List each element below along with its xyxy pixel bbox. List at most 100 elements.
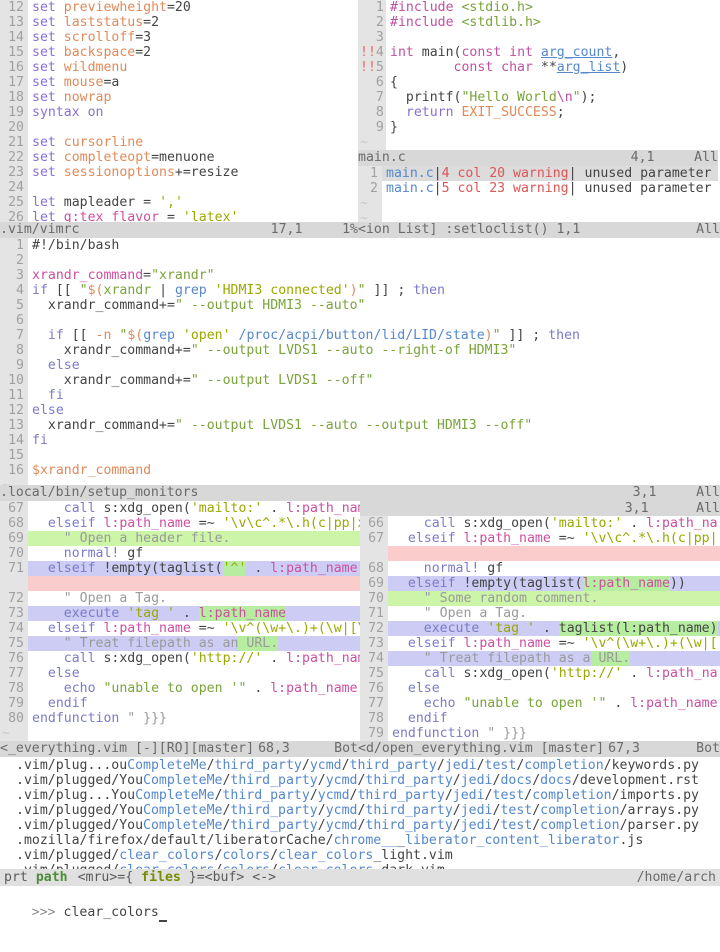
- code-line[interactable]: 1 #!/bin/bash: [0, 238, 720, 253]
- code-line[interactable]: 74 elseif l:path_name =~ '\v^(\w+\.)+(\w…: [0, 621, 360, 636]
- code-line[interactable]: 2 #include <stdlib.h>: [358, 15, 718, 30]
- code-line[interactable]: 22 set completeopt=menuone: [0, 150, 356, 165]
- code-line[interactable]: 66 call s:xdg_open('mailto:' . l:path_na: [360, 516, 720, 531]
- code-line[interactable]: !!5 const char **arg_list): [358, 60, 718, 75]
- code-line[interactable]: 70 " Some random comment.: [360, 591, 720, 606]
- code-line[interactable]: 2 main.c|5 col 23 warning| unused paramet…: [358, 181, 718, 196]
- code-line[interactable]: 13 xrandr_command+=" --output LVDS1 --au…: [0, 418, 720, 433]
- code-line[interactable]: 79 endfunction " }}}: [360, 726, 720, 741]
- code-line[interactable]: 3: [358, 30, 718, 45]
- code-line[interactable]: !!4 int main(const int arg_count,: [358, 45, 718, 60]
- command-line[interactable]: >>> clear_colors: [0, 886, 720, 922]
- code-line[interactable]: 69 " Open a header file.: [0, 531, 360, 546]
- code-line[interactable]: 19 syntax on: [0, 105, 356, 120]
- code-line[interactable]: 3 xrandr_command="xrandr": [0, 268, 720, 283]
- code-line[interactable]: 8 xrandr_command+=" --output LVDS1 --aut…: [0, 343, 720, 358]
- code-line[interactable]: 6{: [358, 75, 718, 90]
- code-line[interactable]: 71 elseif !empty(taglist('^' . l:path_na…: [0, 561, 360, 576]
- code-line[interactable]: 2: [0, 253, 720, 268]
- code-line[interactable]: 71 " Open a Tag.: [360, 606, 720, 621]
- line-number: 4: [0, 283, 28, 298]
- code-line[interactable]: 25 let mapleader = ',': [0, 195, 356, 210]
- code-line[interactable]: 72 execute 'tag ' . taglist(l:path_name): [360, 621, 720, 636]
- file-picker-item[interactable]: .vim/plugged/YouCompleteMe/third_party/y…: [0, 803, 720, 818]
- file-picker-item[interactable]: .vim/plugged/YouCompleteMe/third_party/y…: [0, 773, 720, 788]
- code-line[interactable]: 67 call s:xdg_open('mailto:' . l:path_na…: [0, 501, 360, 516]
- code-line[interactable]: 10 xrandr_command+=" --output LVDS1 --of…: [0, 373, 720, 388]
- file-picker-item[interactable]: .vim/plugged/clear_colors/colors/clear_c…: [0, 848, 720, 863]
- code-line[interactable]: 77 else: [0, 666, 360, 681]
- code-line[interactable]: 13 set laststatus=2: [0, 15, 356, 30]
- file-picker-item[interactable]: .vim/plugged/YouCompleteMe/third_party/y…: [0, 818, 720, 833]
- picker-scope[interactable]: path: [28, 869, 68, 886]
- code-line[interactable]: 68 normal! gf: [360, 561, 720, 576]
- code-line[interactable]: 11 fi: [0, 388, 720, 403]
- code-line[interactable]: 76 else: [360, 681, 720, 696]
- code-line[interactable]: 12 else: [0, 403, 720, 418]
- code-line[interactable]: 78 endif: [360, 711, 720, 726]
- code-line[interactable]: 7 printf("Hello World\n");: [358, 90, 718, 105]
- code-line[interactable]: 9 else: [0, 358, 720, 373]
- code-line[interactable]: 75 " Treat filepath as an URL.: [0, 636, 360, 651]
- prompt-value[interactable]: clear_colors: [64, 905, 159, 920]
- code-line[interactable]: 16 $xrandr_command: [0, 463, 720, 478]
- picker-sources-post: }=<buf> <->: [180, 870, 277, 885]
- code-line[interactable]: 78 echo "unable to open '" . l:path_name: [0, 681, 360, 696]
- code-line[interactable]: [0, 576, 360, 591]
- code-line[interactable]: 15 set backspace=2: [0, 45, 356, 60]
- picker-sources-active[interactable]: files: [141, 869, 181, 886]
- code-line[interactable]: 76 call s:xdg_open('http://' . l:path_na…: [0, 651, 360, 666]
- pane-location-list[interactable]: 1 main.c|4 col 20 warning| unused paramet…: [358, 166, 718, 222]
- code-line[interactable]: 73 elseif l:path_name =~ '\v^(\w+\.)+(\w…: [360, 636, 720, 651]
- pane-diff-right[interactable]: 3,1 All 66 call s:xdg_open('mailto:' . l:…: [360, 501, 720, 741]
- pane-setup-monitors[interactable]: 1 #!/bin/bash 2 3 xrandr_command="xrandr" 4 if…: [0, 238, 720, 485]
- code-line[interactable]: 80 endfunction " }}}: [0, 711, 360, 726]
- code-line[interactable]: 18 set nowrap: [0, 90, 356, 105]
- code-line[interactable]: 7 if [[ -n " $(grep 'open' /proc/acpi/but…: [0, 328, 720, 343]
- line-number: 21: [0, 135, 28, 150]
- code-line[interactable]: 70 normal! gf: [0, 546, 360, 561]
- code-line[interactable]: 26 let g:tex_flavor = 'latex': [0, 210, 356, 222]
- picker-mode[interactable]: prt: [0, 869, 28, 886]
- location-list-lines: 1 main.c|4 col 20 warning| unused paramet…: [358, 166, 718, 222]
- code-line[interactable]: 6: [0, 313, 720, 328]
- code-line[interactable]: 16 set wildmenu: [0, 60, 356, 75]
- code-line[interactable]: 1 #include <stdio.h>: [358, 0, 718, 15]
- code-line[interactable]: 79 endif: [0, 696, 360, 711]
- code-line[interactable]: 67 elseif l:path_name =~ '\v\c^.*\.h(c|p…: [360, 531, 720, 546]
- code-line[interactable]: 77 echo "unable to open '" . l:path_name: [360, 696, 720, 711]
- file-picker-item[interactable]: .vim/plug...ouCompleteMe/third_party/ycm…: [0, 758, 720, 773]
- file-picker-item[interactable]: .mozilla/firefox/default/liberatorCache/…: [0, 833, 720, 848]
- code-token: chrome__: [333, 833, 398, 848]
- file-picker-item[interactable]: .vim/plug...YouCompleteMe/third_party/yc…: [0, 788, 720, 803]
- code-line[interactable]: 75 call s:xdg_open('http://' . l:path_na: [360, 666, 720, 681]
- code-line[interactable]: 69 elseif !empty(taglist(l:path_name)): [360, 576, 720, 591]
- pane-vimrc[interactable]: 12 set previewheight=20 13 set laststatus=2…: [0, 0, 358, 222]
- code-line[interactable]: 14 fi: [0, 433, 720, 448]
- code-line[interactable]: 24: [0, 180, 356, 195]
- code-line[interactable]: 9}: [358, 120, 718, 135]
- code-line[interactable]: 1 main.c|4 col 20 warning| unused paramet…: [358, 166, 718, 181]
- file-picker-list[interactable]: .vim/plug...ouCompleteMe/third_party/ycm…: [0, 757, 720, 869]
- code-token: printf: [405, 90, 454, 105]
- code-line[interactable]: 73 execute 'tag ' . l:path_name: [0, 606, 360, 621]
- code-line[interactable]: 5 xrandr_command+=" --output HDMI3 --aut…: [0, 298, 720, 313]
- code-line[interactable]: 17 set mouse=a: [0, 75, 356, 90]
- code-line[interactable]: [360, 546, 720, 561]
- code-line[interactable]: 72 " Open a Tag.: [0, 591, 360, 606]
- pane-diff-left[interactable]: 67 call s:xdg_open('mailto:' . l:path_na…: [0, 501, 360, 741]
- code-line[interactable]: 20: [0, 120, 356, 135]
- pane-main-c[interactable]: 1 #include <stdio.h> 2 #include <stdlib.h>…: [358, 0, 718, 150]
- code-line[interactable]: 21 set cursorline: [0, 135, 356, 150]
- code-line[interactable]: 12 set previewheight=20: [0, 0, 356, 15]
- code-line[interactable]: 8 return EXIT_SUCCESS;: [358, 105, 718, 120]
- code-line[interactable]: 4 if [[ "$(xrandr | grep 'HDMI3 connected…: [0, 283, 720, 298]
- code-token: third_party: [365, 818, 453, 833]
- code-line[interactable]: 15: [0, 448, 720, 463]
- code-line[interactable]: 74 " Treat filepath as a URL.: [360, 651, 720, 666]
- code-line[interactable]: 14 set scrolloff=3: [0, 30, 356, 45]
- code-line[interactable]: 68 elseif l:path_name =~ '\v\c^.*\.h(c|p…: [0, 516, 360, 531]
- code-line[interactable]: 23 set sessionoptions+=resize: [0, 165, 356, 180]
